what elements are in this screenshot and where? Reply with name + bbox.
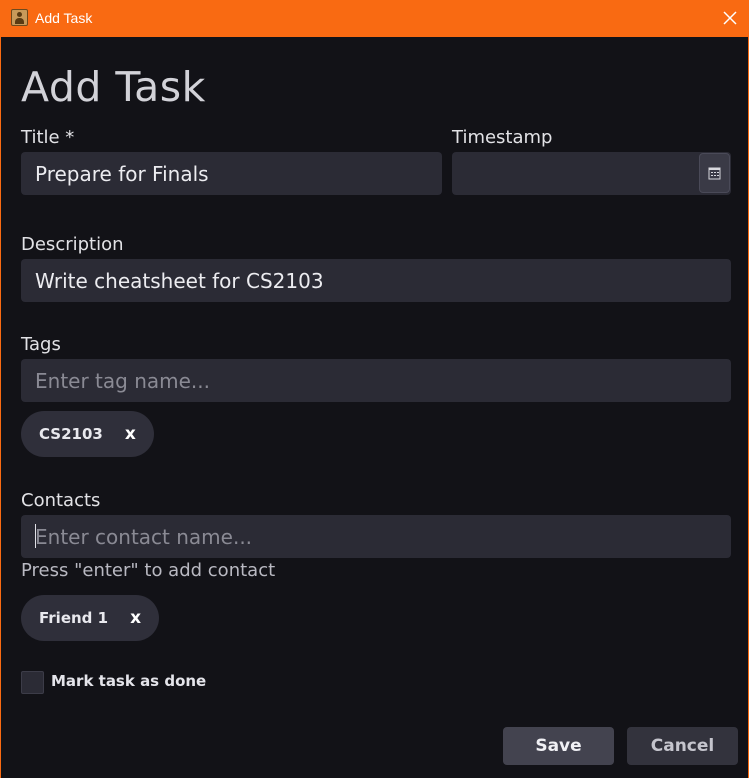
calendar-button[interactable] — [699, 153, 730, 193]
text-cursor — [35, 524, 36, 548]
title-bar: Add Task — [0, 0, 749, 37]
cancel-button[interactable]: Cancel — [627, 727, 738, 765]
contact-helper-text: Press "enter" to add contact — [21, 560, 276, 581]
description-input[interactable]: Write cheatsheet for CS2103 — [21, 259, 731, 302]
window-title: Add Task — [35, 10, 93, 26]
done-checkbox-label: Mark task as done — [51, 672, 207, 690]
calendar-icon — [708, 167, 721, 179]
title-label: Title * — [21, 127, 75, 148]
contacts-label: Contacts — [21, 490, 101, 511]
contact-book-icon — [11, 9, 28, 26]
done-checkbox[interactable] — [21, 671, 44, 694]
contact-chip-label: Friend 1 — [39, 609, 109, 627]
timestamp-input[interactable] — [452, 152, 731, 195]
tag-chip: CS2103 x — [21, 411, 154, 457]
timestamp-label: Timestamp — [452, 127, 553, 148]
save-button[interactable]: Save — [503, 727, 614, 765]
tag-input[interactable] — [21, 359, 731, 402]
tags-label: Tags — [21, 334, 61, 355]
remove-tag-button[interactable]: x — [125, 424, 136, 444]
contact-chip: Friend 1 x — [21, 595, 160, 641]
contact-input[interactable] — [21, 515, 731, 558]
title-input[interactable]: Prepare for Finals — [21, 152, 442, 195]
dialog-body — [0, 37, 749, 778]
page-title: Add Task — [21, 63, 206, 111]
close-icon[interactable] — [721, 9, 739, 27]
tag-chip-label: CS2103 — [39, 425, 103, 443]
remove-contact-button[interactable]: x — [130, 608, 141, 628]
description-label: Description — [21, 234, 124, 255]
